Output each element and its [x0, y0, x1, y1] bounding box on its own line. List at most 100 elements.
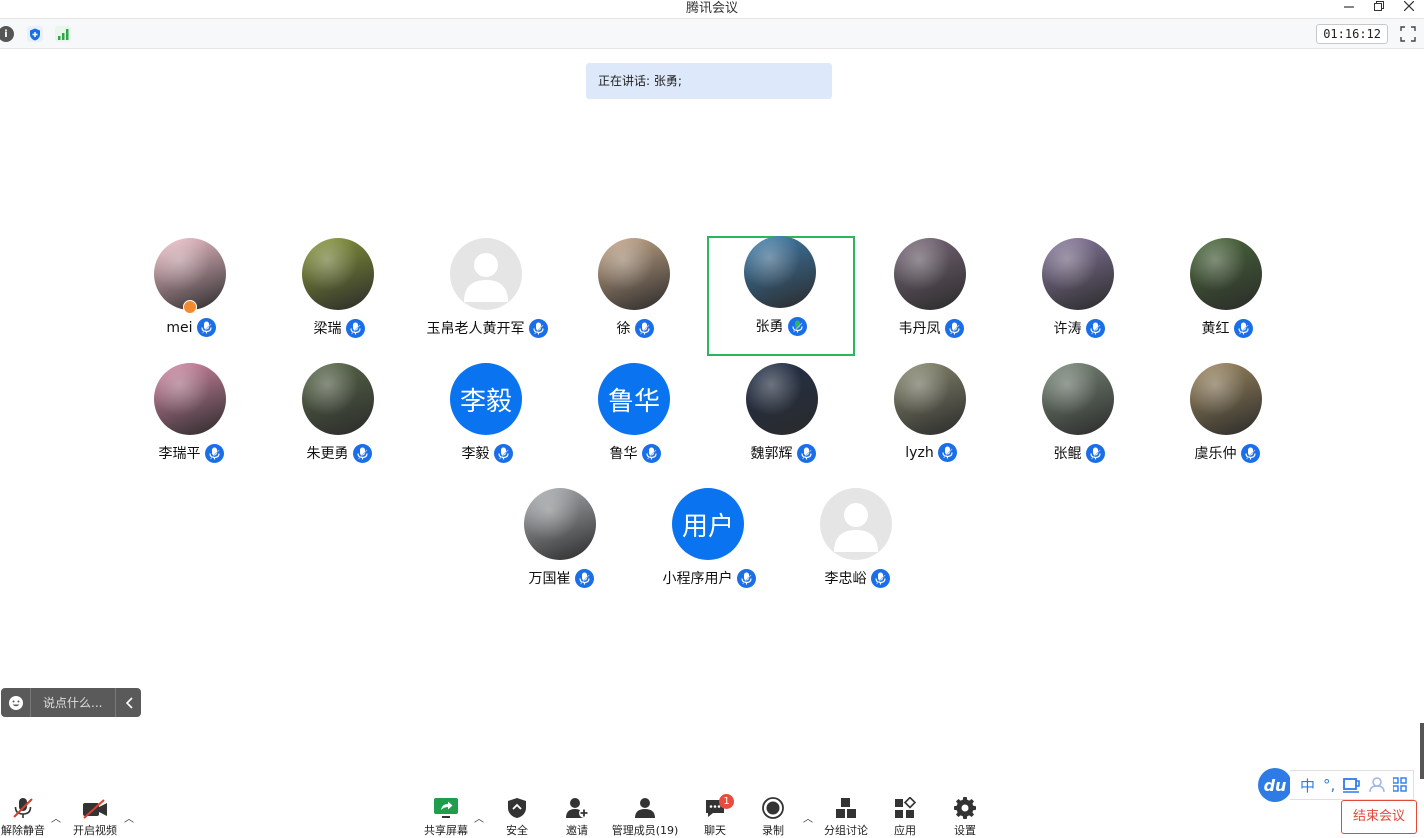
- mic-icon: [204, 443, 224, 463]
- close-button[interactable]: [1394, 0, 1424, 14]
- mic-icon: [528, 318, 548, 338]
- chat-placeholder: 说点什么...: [43, 696, 103, 710]
- close-icon: [1404, 1, 1414, 11]
- participant-name-row: 李瑞平: [117, 443, 265, 463]
- avatar: [894, 238, 966, 310]
- chat-quick-input[interactable]: 说点什么...: [1, 688, 141, 717]
- edge-handle[interactable]: [1420, 723, 1424, 779]
- grid-icon[interactable]: [1393, 777, 1407, 793]
- ime-mode[interactable]: 中: [1300, 775, 1315, 796]
- participant-name: 万国崔: [528, 571, 571, 587]
- participant-name: 李忠峪: [824, 571, 867, 587]
- collapse-chat-icon[interactable]: [115, 688, 141, 717]
- record-icon: [762, 796, 784, 819]
- ime-toolbar[interactable]: du 中 °,: [1258, 767, 1424, 803]
- avatar: [1042, 363, 1114, 435]
- record-button[interactable]: 录制: [758, 796, 788, 838]
- mic-icon: [574, 568, 594, 588]
- participant-tile[interactable]: 朱更勇: [265, 363, 413, 483]
- breakout-rooms-button[interactable]: 分组讨论: [822, 796, 870, 838]
- apps-button[interactable]: 应用: [890, 796, 920, 838]
- avatar: [820, 488, 892, 560]
- share-screen-icon: [433, 796, 459, 819]
- participant-tile[interactable]: 徐: [561, 238, 709, 358]
- signal-icon[interactable]: [55, 26, 71, 42]
- invite-label: 邀请: [566, 824, 588, 837]
- participant-name: 李毅: [461, 446, 490, 462]
- participant-tile[interactable]: lyzh: [857, 363, 1005, 483]
- ime-punct[interactable]: °,: [1323, 776, 1335, 794]
- invite-user-icon: [565, 796, 589, 819]
- speaking-banner: 正在讲话: 张勇;: [586, 63, 832, 99]
- security-shield-icon: [507, 796, 527, 819]
- participant-name: 虞乐仲: [1194, 446, 1237, 462]
- share-options-caret[interactable]: ︿: [474, 810, 484, 825]
- mic-icon: [1085, 318, 1105, 338]
- unmute-button[interactable]: 解除静音: [0, 796, 46, 838]
- apps-icon: [894, 796, 916, 819]
- chat-button[interactable]: 1 聊天: [700, 794, 734, 838]
- participant-name: 李瑞平: [158, 446, 201, 462]
- avatar: [746, 363, 818, 435]
- mic-icon: [796, 443, 816, 463]
- fullscreen-icon[interactable]: [1400, 26, 1416, 42]
- cup-icon[interactable]: [1343, 777, 1361, 793]
- participant-name: 朱更勇: [306, 446, 349, 462]
- participant-name-row: 许涛: [1005, 318, 1153, 338]
- mic-icon: [641, 443, 661, 463]
- participant-tile[interactable]: 梁瑞: [265, 238, 413, 358]
- security-label: 安全: [506, 824, 528, 837]
- info-icon[interactable]: i: [0, 26, 14, 42]
- participant-tile[interactable]: 鲁华 鲁华: [561, 363, 709, 483]
- ime-logo[interactable]: du: [1258, 768, 1292, 802]
- participant-tile[interactable]: 张鲲: [1005, 363, 1153, 483]
- record-options-caret[interactable]: ︿: [803, 810, 813, 825]
- participant-tile[interactable]: 黄红: [1153, 238, 1301, 358]
- participant-tile[interactable]: 魏郭辉: [709, 363, 857, 483]
- chat-icon: 1: [704, 794, 734, 819]
- participant-tile[interactable]: 张勇: [707, 236, 855, 356]
- meeting-window: 腾讯会议 i 01:16:12 正在讲话: 张勇; mei 梁瑞 玉帛老人黄开军…: [0, 0, 1424, 838]
- default-avatar-icon: [834, 503, 878, 552]
- invite-button[interactable]: 邀请: [560, 796, 594, 838]
- mic-icon: [736, 568, 756, 588]
- shield-icon[interactable]: [27, 26, 43, 42]
- security-button[interactable]: 安全: [500, 796, 534, 838]
- participant-tile[interactable]: 玉帛老人黄开军: [413, 238, 561, 358]
- participant-tile[interactable]: mei: [117, 238, 265, 358]
- settings-button[interactable]: 设置: [950, 796, 980, 838]
- avatar: [744, 236, 816, 308]
- manage-members-button[interactable]: 管理成员(19): [610, 796, 680, 838]
- video-options-caret[interactable]: ︿: [124, 810, 134, 825]
- participant-name: lyzh: [905, 444, 934, 461]
- participant-name-row: 朱更勇: [265, 443, 413, 463]
- mic-icon: [1233, 318, 1253, 338]
- participant-tile[interactable]: 李瑞平: [117, 363, 265, 483]
- audio-options-caret[interactable]: ︿: [51, 810, 61, 825]
- apps-label: 应用: [894, 824, 916, 837]
- participant-name-row: 张勇: [707, 316, 855, 336]
- participant-tile[interactable]: 万国崔: [487, 488, 635, 608]
- end-meeting-button[interactable]: 结束会议: [1341, 800, 1417, 834]
- minimize-button[interactable]: [1334, 0, 1364, 14]
- participant-tile[interactable]: 李忠峪: [783, 488, 931, 608]
- mic-icon: [944, 318, 964, 338]
- camera-off-icon: [82, 796, 108, 819]
- participant-name-row: 李忠峪: [783, 568, 931, 588]
- user-icon[interactable]: [1369, 777, 1386, 793]
- share-screen-button[interactable]: 共享屏幕: [420, 796, 472, 838]
- participant-name-row: 徐: [561, 318, 709, 338]
- participant-tile[interactable]: 韦丹凤: [857, 238, 1005, 358]
- restore-button[interactable]: [1364, 0, 1394, 14]
- minimize-icon: [1344, 6, 1354, 8]
- participant-tile[interactable]: 虞乐仲: [1153, 363, 1301, 483]
- participant-tile[interactable]: 许涛: [1005, 238, 1153, 358]
- participant-name-row: 小程序用户: [635, 568, 783, 588]
- participant-tile[interactable]: 用户 小程序用户: [635, 488, 783, 608]
- start-video-button[interactable]: 开启视频: [70, 796, 120, 838]
- participant-tile[interactable]: 李毅 李毅: [413, 363, 561, 483]
- avatar: [894, 363, 966, 435]
- participant-name: 许涛: [1053, 321, 1082, 337]
- emoji-icon[interactable]: [1, 688, 31, 717]
- participant-name: 鲁华: [609, 446, 638, 462]
